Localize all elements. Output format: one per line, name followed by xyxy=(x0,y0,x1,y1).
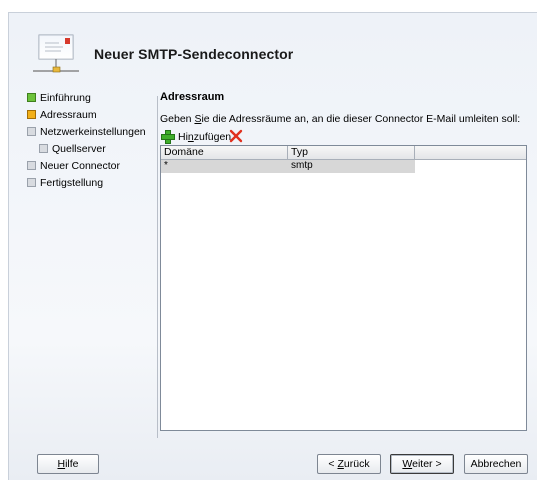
nav-item-quellserver: Quellserver xyxy=(39,142,106,158)
step-pending-icon xyxy=(39,144,48,153)
nav-item-fertigstellung: Fertigstellung xyxy=(27,176,103,192)
step-pending-icon xyxy=(27,161,36,170)
nav-item-netzwerkeinstellungen: Netzwerkeinstellungen xyxy=(27,125,146,141)
wizard-dialog: Neuer SMTP-Sendeconnector Einführung Adr… xyxy=(8,12,537,480)
column-header-type[interactable]: Typ xyxy=(288,146,415,159)
section-title: Adressraum xyxy=(160,91,225,103)
step-pending-icon xyxy=(27,178,36,187)
nav-item-einfuehrung: Einführung xyxy=(27,91,91,107)
column-header-domain[interactable]: Domäne xyxy=(161,146,288,159)
send-connector-icon xyxy=(33,34,79,73)
add-button[interactable]: Hinzufügen xyxy=(160,128,231,146)
nav-item-neuer-connector: Neuer Connector xyxy=(27,159,120,175)
step-done-icon xyxy=(27,93,36,102)
table-row[interactable]: * smtp xyxy=(161,160,415,173)
next-button[interactable]: Weiter > xyxy=(390,454,454,474)
cell-type: smtp xyxy=(291,160,313,171)
wizard-title: Neuer SMTP-Sendeconnector xyxy=(94,46,294,62)
help-button[interactable]: Hilfe xyxy=(37,454,99,474)
green-plus-icon xyxy=(160,129,176,145)
cell-domain: * xyxy=(164,160,168,171)
nav-item-adressraum: Adressraum xyxy=(27,108,97,124)
step-current-icon xyxy=(27,110,36,119)
table-header: Domäne Typ xyxy=(161,146,526,160)
back-button[interactable]: < Zurück xyxy=(317,454,381,474)
cancel-button[interactable]: Abbrechen xyxy=(464,454,528,474)
delete-x-icon[interactable] xyxy=(229,129,243,143)
step-pending-icon xyxy=(27,127,36,136)
nav-divider xyxy=(157,96,158,438)
description-text: Geben Sie die Adressräume an, an die die… xyxy=(160,113,521,125)
address-space-table[interactable]: Domäne Typ * smtp xyxy=(160,145,527,431)
